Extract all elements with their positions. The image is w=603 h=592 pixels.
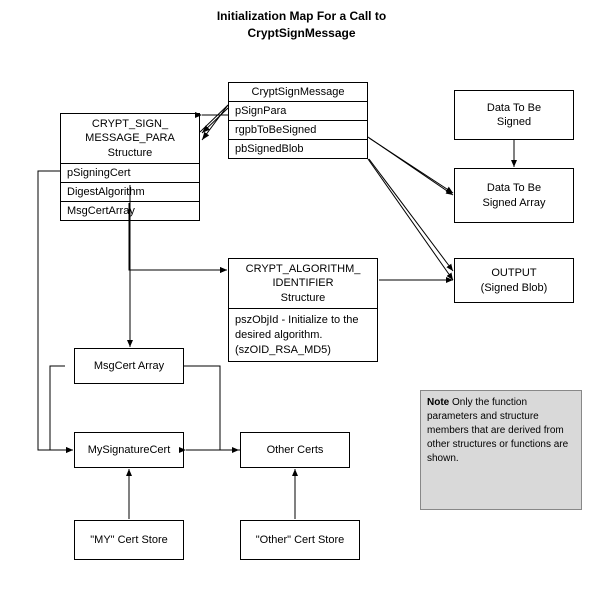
crypt-para-header: CRYPT_SIGN_MESSAGE_PARAStructure: [61, 114, 199, 164]
other-cert-store-box: "Other" Cert Store: [240, 520, 360, 560]
crypt-algo-box: CRYPT_ALGORITHM_IDENTIFIERStructure pszO…: [228, 258, 378, 362]
msg-cert-array-box: MsgCert Array: [74, 348, 184, 384]
p-signing-cert-row: pSigningCert: [61, 164, 199, 183]
msg-cert-array-row: MsgCertArray: [61, 202, 199, 220]
rgpb-row: rgpbToBeSigned: [229, 121, 367, 140]
crypt-algo-body: pszObjId - Initialize to the desired alg…: [229, 309, 377, 362]
other-certs-box: Other Certs: [240, 432, 350, 468]
title-line2: CryptSignMessage: [247, 26, 355, 40]
note-label: Note: [427, 397, 449, 408]
crypt-sign-message-box: CryptSignMessage pSignPara rgpbToBeSigne…: [228, 82, 368, 159]
page-container: Initialization Map For a Call to CryptSi…: [0, 0, 603, 592]
note-box: Note Only the function parameters and st…: [420, 390, 582, 510]
my-signature-cert-box: MySignatureCert: [74, 432, 184, 468]
data-to-be-signed-box: Data To BeSigned: [454, 90, 574, 140]
crypt-sign-para-box: CRYPT_SIGN_MESSAGE_PARAStructure pSignin…: [60, 113, 200, 221]
pb-signed-blob-row: pbSignedBlob: [229, 140, 367, 158]
page-title: Initialization Map For a Call to CryptSi…: [0, 0, 603, 42]
title-line1: Initialization Map For a Call to: [217, 9, 386, 23]
p-sign-para-row: pSignPara: [229, 102, 367, 121]
crypt-sign-message-header: CryptSignMessage: [229, 83, 367, 102]
output-signed-blob-box: OUTPUT(Signed Blob): [454, 258, 574, 303]
data-to-be-signed-array-box: Data To BeSigned Array: [454, 168, 574, 223]
note-text: Only the function parameters and structu…: [427, 397, 568, 464]
crypt-algo-header: CRYPT_ALGORITHM_IDENTIFIERStructure: [229, 259, 377, 309]
digest-algo-row: DigestAlgorithm: [61, 183, 199, 202]
my-cert-store-box: "MY" Cert Store: [74, 520, 184, 560]
